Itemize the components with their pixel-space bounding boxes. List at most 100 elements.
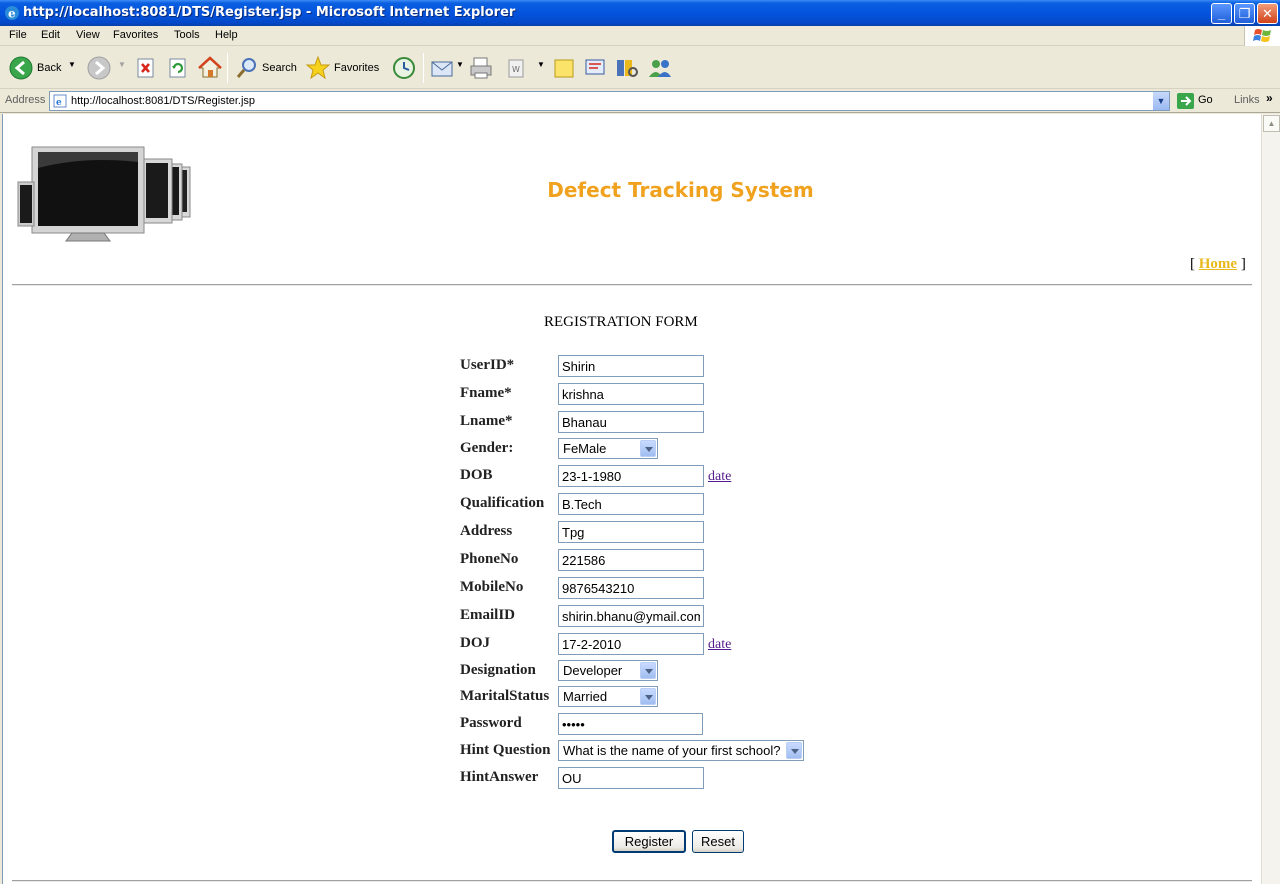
address-dropdown-icon[interactable]: ▼ — [1152, 92, 1169, 110]
hint-question-label: Hint Question — [460, 742, 551, 758]
designation-label: Designation — [460, 662, 536, 678]
close-button[interactable]: ✕ — [1257, 3, 1278, 24]
doj-date-link[interactable]: date — [708, 637, 731, 653]
lname-input[interactable] — [558, 411, 704, 433]
mail-dropdown-icon[interactable]: ▼ — [456, 60, 464, 69]
chevron-down-icon[interactable] — [640, 662, 656, 679]
print-icon[interactable] — [468, 55, 494, 81]
edit-document-icon[interactable]: W — [504, 55, 528, 81]
page-title: Defect Tracking System — [547, 178, 814, 202]
internet-explorer-icon: e — [5, 6, 19, 21]
search-icon[interactable] — [234, 55, 260, 81]
search-button-label[interactable]: Search — [262, 62, 297, 74]
svg-text:W: W — [512, 65, 520, 74]
designation-value: Developer — [563, 663, 623, 678]
designation-select[interactable]: Developer — [558, 660, 658, 681]
window-title-bar[interactable]: e http://localhost:8081/DTS/Register.jsp… — [0, 0, 1280, 26]
phone-input[interactable] — [558, 549, 704, 571]
messenger-icon[interactable] — [583, 55, 609, 81]
gender-label: Gender: — [460, 440, 514, 456]
stop-icon[interactable] — [134, 55, 158, 81]
links-label[interactable]: Links — [1234, 94, 1260, 106]
chevron-down-icon[interactable] — [640, 688, 656, 705]
email-label: EmailID — [460, 607, 516, 623]
address-input[interactable] — [558, 521, 704, 543]
lname-label: Lname* — [460, 413, 513, 429]
svg-text:e: e — [56, 98, 62, 108]
go-arrow-icon[interactable] — [1177, 93, 1194, 109]
favorites-button-label[interactable]: Favorites — [334, 62, 379, 74]
hint-question-select[interactable]: What is the name of your first school? — [558, 740, 804, 761]
doj-input[interactable] — [558, 633, 704, 655]
maximize-button[interactable]: ❐ — [1234, 3, 1255, 24]
window-title: http://localhost:8081/DTS/Register.jsp -… — [23, 5, 516, 20]
address-url[interactable]: http://localhost:8081/DTS/Register.jsp — [71, 95, 255, 107]
header-divider — [12, 284, 1252, 286]
userid-label: UserID* — [460, 357, 515, 373]
chevron-down-icon[interactable] — [786, 742, 802, 759]
refresh-icon[interactable] — [166, 55, 190, 81]
home-bracket-open: [ — [1190, 256, 1195, 272]
vertical-scrollbar[interactable]: ▲ — [1261, 114, 1280, 884]
menu-file[interactable]: File — [9, 29, 27, 41]
doj-label: DOJ — [460, 635, 490, 651]
contacts-icon[interactable] — [646, 55, 674, 81]
notes-icon[interactable] — [552, 55, 576, 81]
home-link-wrapper: [ Home ] — [1190, 256, 1246, 273]
qualification-input[interactable] — [558, 493, 704, 515]
footer-divider — [12, 880, 1252, 882]
hint-answer-label: HintAnswer — [460, 769, 539, 785]
password-label: Password — [460, 715, 522, 731]
userid-input[interactable] — [558, 355, 704, 377]
dob-label: DOB — [460, 467, 493, 483]
address-field[interactable]: e http://localhost:8081/DTS/Register.jsp… — [49, 91, 1170, 111]
menu-view[interactable]: View — [76, 29, 100, 41]
dob-input[interactable] — [558, 465, 704, 487]
marital-value: Married — [563, 689, 608, 704]
forward-dropdown-icon[interactable]: ▼ — [118, 60, 126, 69]
windows-logo — [1244, 26, 1280, 46]
page-icon: e — [53, 94, 67, 108]
chevron-down-icon[interactable] — [640, 440, 656, 457]
home-bracket-close: ] — [1240, 256, 1246, 272]
links-chevron-icon[interactable]: » — [1266, 91, 1273, 105]
menu-help[interactable]: Help — [215, 29, 238, 41]
home-link[interactable]: Home — [1199, 256, 1237, 272]
back-button-label[interactable]: Back — [37, 62, 61, 74]
gender-select[interactable]: FeMale — [558, 438, 658, 459]
mobile-input[interactable] — [558, 577, 704, 599]
marital-select[interactable]: Married — [558, 686, 658, 707]
menu-edit[interactable]: Edit — [41, 29, 60, 41]
edit-dropdown-icon[interactable]: ▼ — [537, 60, 545, 69]
home-icon[interactable] — [197, 55, 223, 81]
history-icon[interactable] — [391, 55, 417, 81]
back-arrow-icon[interactable] — [8, 55, 34, 81]
hint-question-value: What is the name of your first school? — [563, 743, 781, 758]
address-field-label: Address — [460, 523, 513, 539]
research-icon[interactable] — [614, 55, 640, 81]
forward-arrow-icon[interactable] — [86, 55, 112, 81]
mail-icon[interactable] — [430, 55, 456, 81]
fname-label: Fname* — [460, 385, 512, 401]
menu-tools[interactable]: Tools — [174, 29, 200, 41]
toolbar-separator — [423, 53, 424, 83]
favorites-star-icon[interactable] — [305, 55, 331, 81]
menu-favorites[interactable]: Favorites — [113, 29, 158, 41]
toolbar-separator — [227, 53, 228, 83]
register-button[interactable]: Register — [612, 830, 686, 853]
gender-value: FeMale — [563, 441, 607, 456]
password-input[interactable] — [558, 713, 703, 735]
back-dropdown-icon[interactable]: ▼ — [68, 60, 76, 69]
minimize-button[interactable]: _ — [1211, 3, 1232, 24]
qualification-label: Qualification — [460, 495, 545, 511]
reset-button[interactable]: Reset — [692, 830, 744, 853]
fname-input[interactable] — [558, 383, 704, 405]
go-button-label[interactable]: Go — [1198, 94, 1213, 106]
email-input[interactable] — [558, 605, 704, 627]
address-label: Address — [5, 94, 46, 106]
svg-text:e: e — [8, 7, 16, 21]
dob-date-link[interactable]: date — [708, 469, 731, 485]
browser-toolbar: Back ▼ ▼ Search Favorites ▼ W ▼ — [0, 47, 1280, 89]
hint-answer-input[interactable] — [558, 767, 704, 789]
scroll-up-arrow-icon[interactable]: ▲ — [1263, 115, 1280, 132]
